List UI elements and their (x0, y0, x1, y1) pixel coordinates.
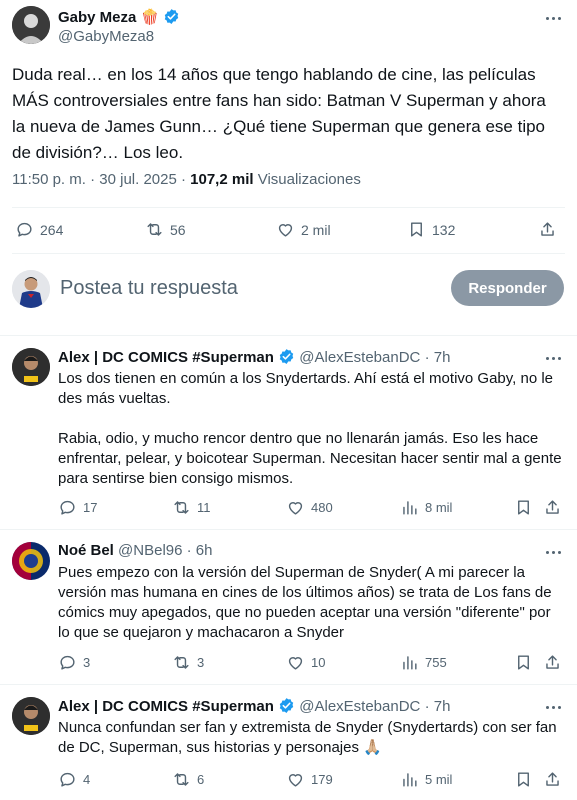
reply-icon (60, 500, 75, 515)
retweet-button[interactable]: 11 (172, 498, 211, 517)
share-button[interactable] (543, 653, 562, 672)
verified-icon (279, 349, 294, 364)
reply-button[interactable]: 17 (58, 498, 97, 517)
retweet-icon (174, 501, 189, 514)
more-options-icon[interactable] (543, 542, 563, 562)
bookmark-button[interactable] (514, 498, 533, 517)
reply-icon (60, 655, 75, 670)
views-button[interactable]: 755 (400, 653, 447, 672)
retweet-count: 3 (197, 655, 205, 670)
retweet-icon (147, 223, 162, 236)
bookmark-icon (518, 500, 529, 515)
reply-button[interactable]: 264 (15, 220, 63, 239)
share-icon (546, 772, 559, 786)
heart-icon (278, 224, 293, 237)
popcorn-emoji: 🍿 (140, 9, 160, 26)
retweet-count: 11 (197, 500, 211, 515)
bookmark-button[interactable] (514, 770, 533, 789)
respond-button[interactable]: Responder (451, 270, 564, 306)
like-button[interactable]: 179 (286, 770, 333, 789)
like-button[interactable]: 10 (286, 653, 325, 672)
retweet-button[interactable]: 6 (172, 770, 204, 789)
heart-icon (288, 657, 303, 670)
more-options-icon[interactable] (543, 697, 563, 717)
reply-input[interactable]: Postea tu respuesta (60, 277, 238, 300)
reply-avatar[interactable] (12, 697, 50, 735)
share-button[interactable] (538, 220, 557, 239)
post-text: Duda real… en los 14 años que tengo habl… (12, 65, 546, 162)
retweet-count: 56 (170, 221, 186, 238)
views-count: 5 mil (425, 772, 453, 787)
views-count: 8 mil (425, 500, 453, 515)
analytics-icon (403, 501, 417, 515)
reply-count: 3 (83, 655, 91, 670)
verified-icon (165, 9, 179, 24)
reply-author-name[interactable]: Alex | DC COMICS #Superman (58, 349, 274, 366)
reply-author-handle[interactable]: @NBel96 (118, 542, 182, 559)
like-count: 10 (311, 655, 326, 670)
reply-count: 17 (83, 500, 98, 515)
reply-button[interactable]: 3 (58, 653, 90, 672)
reply-author-name[interactable]: Noé Bel (58, 542, 114, 559)
reply-avatar[interactable] (12, 348, 50, 386)
like-count: 179 (311, 772, 333, 787)
user-avatar[interactable] (12, 270, 50, 308)
author-handle[interactable]: @GabyMeza8 (58, 28, 154, 45)
like-button[interactable]: 2 mil (276, 220, 331, 239)
reply-avatar[interactable] (12, 542, 50, 580)
bookmark-count: 132 (432, 221, 456, 238)
reply-author-name[interactable]: Alex | DC COMICS #Superman (58, 698, 274, 715)
like-count: 480 (311, 500, 333, 515)
heart-icon (288, 502, 303, 515)
author-avatar[interactable] (12, 6, 50, 44)
bookmark-icon (518, 655, 529, 670)
reply-icon (60, 772, 75, 787)
reply-icon (17, 222, 32, 237)
share-button[interactable] (543, 770, 562, 789)
heart-icon (288, 774, 303, 787)
more-options-icon[interactable] (543, 348, 563, 368)
verified-icon (279, 698, 294, 713)
reply-author-handle[interactable]: @AlexEstebanDC (299, 349, 420, 366)
reply-text: Nunca confundan ser fan y extremista de … (58, 719, 561, 756)
retweet-button[interactable]: 56 (145, 220, 186, 239)
bookmark-button[interactable]: 132 (407, 220, 455, 239)
bookmark-button[interactable] (514, 653, 533, 672)
views-count: 755 (425, 655, 447, 670)
post-time[interactable]: 11:50 p. m. · 30 jul. 2025 · (12, 171, 190, 188)
analytics-icon (403, 773, 417, 787)
analytics-icon (403, 656, 417, 670)
reply-text: Los dos tienen en común a los Snydertard… (58, 370, 562, 487)
retweet-count: 6 (197, 772, 205, 787)
views-button[interactable]: 8 mil (400, 498, 452, 517)
reply-count: 4 (83, 772, 91, 787)
author-name[interactable]: Gaby Meza (58, 9, 136, 26)
views-count: 107,2 mil (190, 171, 254, 188)
retweet-icon (174, 656, 189, 669)
post-meta: 11:50 p. m. · 30 jul. 2025 · 107,2 mil V… (12, 171, 361, 188)
reply-time[interactable]: · 7h (425, 349, 451, 366)
reply-time[interactable]: · 6h (187, 542, 213, 559)
more-options-icon[interactable] (543, 8, 563, 28)
reply-button[interactable]: 4 (58, 770, 90, 789)
reply-text: Pues empezo con la versión del Superman … (58, 564, 556, 641)
bookmark-icon (518, 772, 529, 787)
retweet-icon (174, 773, 189, 786)
share-icon (541, 222, 554, 236)
retweet-button[interactable]: 3 (172, 653, 204, 672)
views-label: Visualizaciones (253, 171, 361, 188)
reply-author-handle[interactable]: @AlexEstebanDC (299, 698, 420, 715)
like-count: 2 mil (301, 221, 331, 238)
reply-count: 264 (40, 221, 64, 238)
reply-time[interactable]: · 7h (425, 698, 451, 715)
share-icon (546, 655, 559, 669)
bookmark-icon (411, 222, 422, 237)
share-button[interactable] (543, 498, 562, 517)
like-button[interactable]: 480 (286, 498, 333, 517)
share-icon (546, 500, 559, 514)
views-button[interactable]: 5 mil (400, 770, 452, 789)
